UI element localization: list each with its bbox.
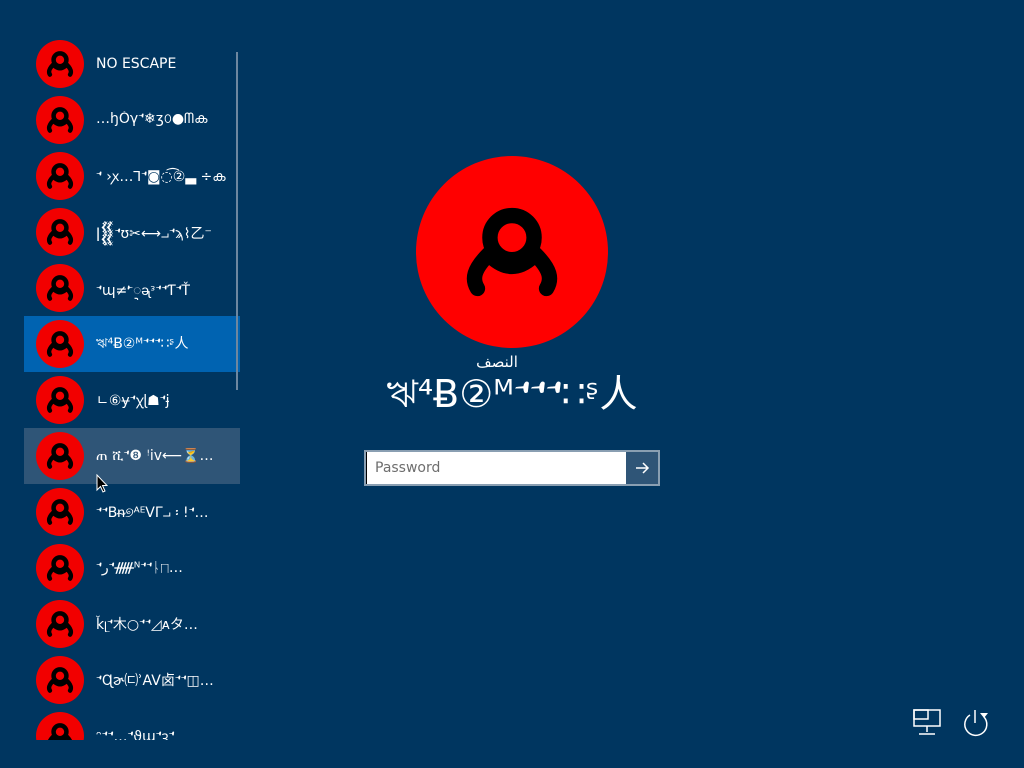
network-icon [913,709,941,735]
user-list-scrollbar[interactable] [236,52,238,390]
arrow-right-icon [636,462,650,474]
user-name: 𝀀𝀀Bᵰ୭ᴬᴱVΓ⨼ ፡ !𝀀… [96,504,209,521]
user-tile[interactable]: 𝀀ɰ≠𝀁ᢩᶕᵌ𝀀𝀀Ƭ𝀀Ť [24,260,240,316]
user-name: ጠ ሺ𝀀❽ ꜝiv⟵⏳… [96,448,214,464]
user-avatar [36,432,84,480]
power-icon [964,710,988,737]
user-silhouette-icon [47,723,73,740]
user-avatar [36,264,84,312]
user-silhouette-icon [46,443,74,469]
user-name: 𝀀 ›ꭗ…ꓶ𝀀◙◌͡②▃ ÷ക [96,168,226,185]
user-tile-selected[interactable]: ঋ⁴Ƀ②ᴹ𝀀𝀀𝀀∷ᶳ人 [24,316,240,372]
user-avatar [36,376,84,424]
user-tile-hovered[interactable]: ጠ ሺ𝀀❽ ꜝiv⟵⏳… [24,428,240,484]
user-avatar [36,208,84,256]
user-tile[interactable]: 𝀀ر𝀀ᚏᴺ𝀀𝀀ᚿ⨅… [24,540,240,596]
user-tile[interactable]: NO ESCAPE [24,36,240,92]
submit-button[interactable] [626,452,658,484]
user-tile[interactable]: ǀ𒐸𝀀ʊ✂⟷⨼𝀀ϡ⌇乙⁻ [24,204,240,260]
user-silhouette-icon [46,555,74,581]
power-button[interactable] [956,706,994,740]
user-tile[interactable]: 𝀀𝀀Bᵰ୭ᴬᴱVΓ⨼ ፡ !𝀀… [24,484,240,540]
user-avatar [36,152,84,200]
mouse-cursor-icon [96,474,108,493]
password-input[interactable] [366,452,626,484]
user-tile[interactable]: 𝀀Ɋɚ㈂ʾAV卤𝀀𝀀◫… [24,652,240,708]
selected-user-avatar [416,156,608,348]
user-tile[interactable]: ǩᥨ𝀀木○𝀀𝀀◿ᴀタ… [24,596,240,652]
user-avatar [36,40,84,88]
user-silhouette-icon [46,107,74,133]
user-avatar [36,712,84,740]
username-arabic-text: النصف [476,353,518,371]
password-field-container [364,450,660,486]
network-button[interactable] [908,706,946,740]
user-silhouette-icon [46,275,74,301]
user-list: NO ESCAPE …ꜧǑγ𝀀❄ʒ௦●ᗰക 𝀀 ›ꭗ…ꓶ𝀀◙◌͡②▃ ÷ക ǀ𒐸… [24,36,240,740]
user-silhouette-icon [46,499,74,525]
user-silhouette-icon [46,611,74,637]
username-text: ঋ⁴Ƀ②ᴹ𝀀𝀀𝀀∷ᶳ人 [386,372,638,416]
user-silhouette-icon [46,667,74,693]
user-tile[interactable]: …ꜧǑγ𝀀❄ʒ௦●ᗰക [24,92,240,148]
selected-user-name: النصف ঋ⁴Ƀ②ᴹ𝀀𝀀𝀀∷ᶳ人 [320,354,704,418]
user-silhouette-icon [46,163,74,189]
user-name: 𝀀Ɋɚ㈂ʾAV卤𝀀𝀀◫… [96,673,214,689]
user-name: ㄴ⑥ɏ𝀀ꭓɭ☗𝀀ɉ [96,393,170,409]
user-silhouette-icon [46,331,74,357]
user-silhouette-icon [46,219,74,245]
user-avatar [36,96,84,144]
user-avatar [36,600,84,648]
user-silhouette-icon [466,207,558,297]
user-avatar [36,656,84,704]
user-avatar [36,488,84,536]
user-name: …ꜧǑγ𝀀❄ʒ௦●ᗰക [96,111,208,127]
user-name: 𝀀ɰ≠𝀁ᢩᶕᵌ𝀀𝀀Ƭ𝀀Ť [96,283,191,299]
user-name: NO ESCAPE [96,56,177,72]
user-name: 𝀀ر𝀀ᚏᴺ𝀀𝀀ᚿ⨅… [96,560,183,576]
user-name: ǀ𒐸𝀀ʊ✂⟷⨼𝀀ϡ⌇乙⁻ [96,226,212,242]
user-silhouette-icon [46,387,74,413]
user-name: ǩᥨ𝀀木○𝀀𝀀◿ᴀタ… [96,617,198,633]
user-avatar [36,544,84,592]
user-tile[interactable]: ᵔ𝀀𝀀…𝀀ϑɯ𝀀ꝫ𝀀 [24,708,240,740]
user-silhouette-icon [46,51,74,77]
user-name: ঋ⁴Ƀ②ᴹ𝀀𝀀𝀀∷ᶳ人 [96,336,189,352]
user-name: ᵔ𝀀𝀀…𝀀ϑɯ𝀀ꝫ𝀀 [96,728,175,741]
user-avatar [36,320,84,368]
user-tile[interactable]: 𝀀 ›ꭗ…ꓶ𝀀◙◌͡②▃ ÷ക [24,148,240,204]
user-tile[interactable]: ㄴ⑥ɏ𝀀ꭓɭ☗𝀀ɉ [24,372,240,428]
